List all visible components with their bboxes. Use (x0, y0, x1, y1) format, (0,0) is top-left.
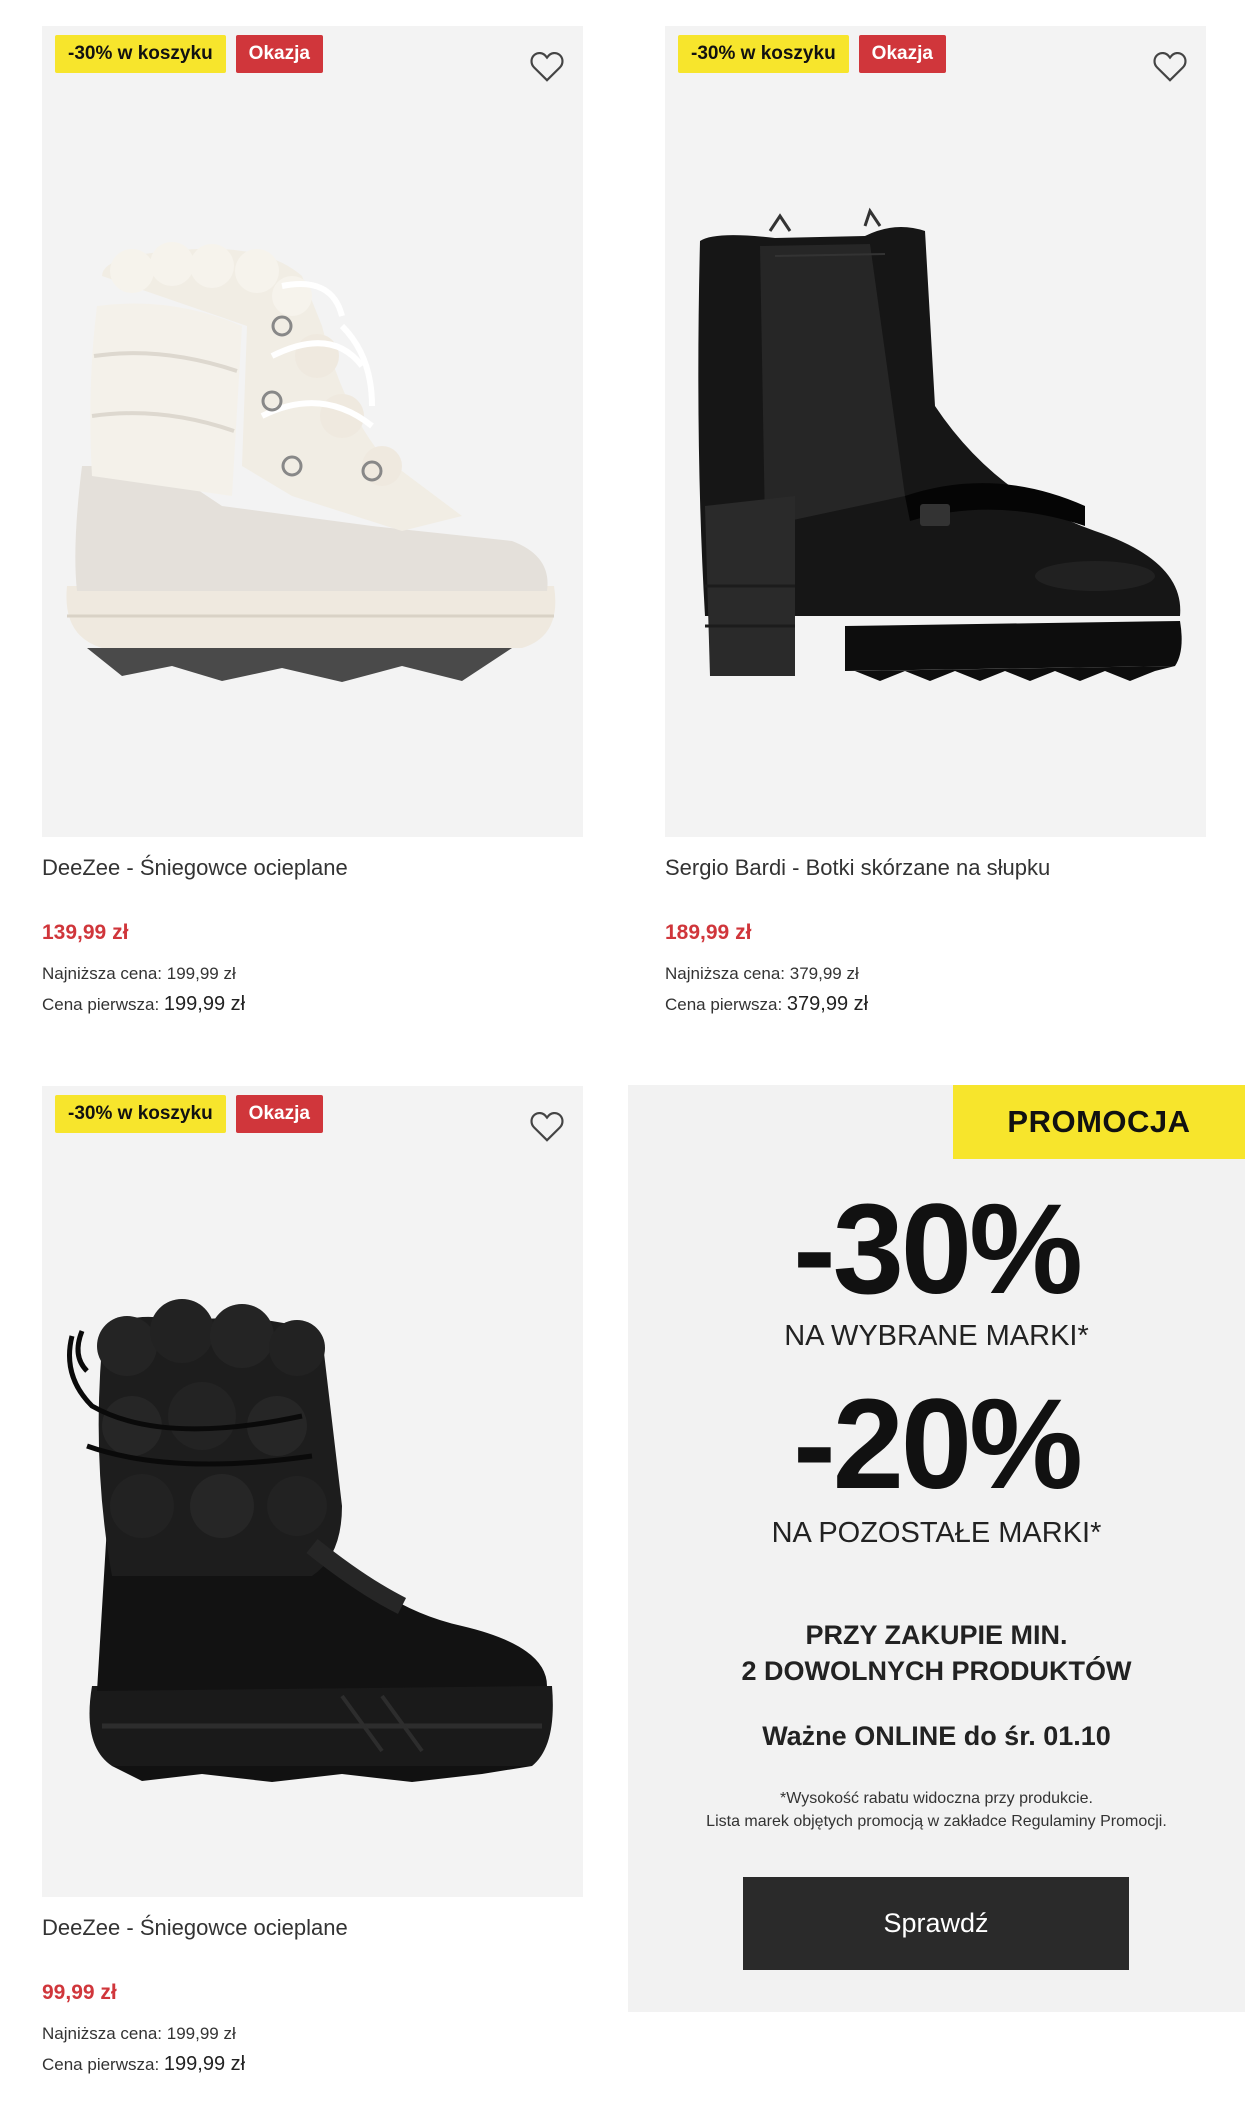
badges: -30% w koszyku Okazja (55, 35, 323, 73)
product-card[interactable]: -30% w koszyku Okazja Sergio Bardi - Bot… (665, 26, 1206, 1020)
product-image-white-snow-boot[interactable] (42, 26, 583, 837)
sale-badge: Okazja (235, 1095, 323, 1133)
badges: -30% w koszyku Okazja (678, 35, 946, 73)
discount-badge: -30% w koszyku (678, 35, 849, 73)
promo-condition: PRZY ZAKUPIE MIN. 2 DOWOLNYCH PRODUKTÓW (628, 1617, 1245, 1689)
lowest-price-value: 199,99 zł (166, 2024, 236, 2043)
lowest-price-label: Najniższa cena: (42, 964, 163, 983)
promo-discount-30: -30% (793, 1178, 1083, 1321)
promo-tag: PROMOCJA (953, 1085, 1245, 1159)
product-card[interactable]: -30% w koszyku Okazja DeeZee - Śniegowce… (42, 26, 583, 1020)
badges: -30% w koszyku Okazja (55, 1095, 323, 1133)
promo-footnote-line2: Lista marek objętych promocją w zakładce… (706, 1813, 1167, 1830)
promo-banner[interactable]: PROMOCJA -30% NA WYBRANE MARKI* -20% NA … (628, 1085, 1245, 2012)
product-card[interactable]: -30% w koszyku Okazja DeeZee - Śniegowce… (42, 1086, 583, 2080)
promo-footnote-line1: *Wysokość rabatu widoczna przy produkcie… (780, 1790, 1093, 1807)
product-image-container[interactable]: -30% w koszyku Okazja (665, 26, 1206, 837)
price-history: Najniższa cena: 199,99 zł Cena pierwsza:… (42, 959, 583, 1020)
price-history: Najniższa cena: 199,99 zł Cena pierwsza:… (42, 2019, 583, 2080)
discount-badge: -30% w koszyku (55, 35, 226, 73)
heart-icon[interactable] (527, 46, 567, 86)
promo-footnote: *Wysokość rabatu widoczna przy produkcie… (628, 1787, 1245, 1833)
product-image-black-chelsea-boot[interactable] (665, 26, 1206, 837)
promo-condition-line1: PRZY ZAKUPIE MIN. (805, 1620, 1068, 1650)
product-image-black-fur-snow-boot[interactable] (42, 1086, 583, 1897)
lowest-price-value: 379,99 zł (789, 964, 859, 983)
lowest-price-label: Najniższa cena: (665, 964, 786, 983)
product-name[interactable]: DeeZee - Śniegowce ocieplane (42, 853, 583, 883)
first-price-label: Cena pierwsza: (42, 995, 160, 1014)
promo-validity: Ważne ONLINE do śr. 01.10 (762, 1721, 1111, 1751)
first-price-value: 199,99 zł (163, 993, 246, 1015)
heart-icon[interactable] (1150, 46, 1190, 86)
check-button[interactable]: Sprawdź (743, 1877, 1129, 1970)
product-image-container[interactable]: -30% w koszyku Okazja (42, 26, 583, 837)
sale-badge: Okazja (235, 35, 323, 73)
first-price-label: Cena pierwsza: (42, 2055, 160, 2074)
promo-sub-other-brands: NA POZOSTAŁE MARKI* (771, 1517, 1102, 1549)
sale-badge: Okazja (858, 35, 946, 73)
first-price-value: 379,99 zł (786, 993, 869, 1015)
promo-condition-line2: 2 DOWOLNYCH PRODUKTÓW (741, 1656, 1132, 1686)
product-price: 139,99 zł (42, 921, 129, 944)
product-name[interactable]: Sergio Bardi - Botki skórzane na słupku (665, 853, 1206, 883)
first-price-label: Cena pierwsza: (665, 995, 783, 1014)
discount-badge: -30% w koszyku (55, 1095, 226, 1133)
product-price: 189,99 zł (665, 921, 752, 944)
promo-discount-20: -20% (793, 1373, 1083, 1516)
product-price: 99,99 zł (42, 1981, 117, 2004)
heart-icon[interactable] (527, 1106, 567, 1146)
product-name[interactable]: DeeZee - Śniegowce ocieplane (42, 1913, 583, 1943)
promo-sub-selected-brands: NA WYBRANE MARKI* (784, 1320, 1089, 1352)
lowest-price-label: Najniższa cena: (42, 2024, 163, 2043)
price-history: Najniższa cena: 379,99 zł Cena pierwsza:… (665, 959, 1206, 1020)
lowest-price-value: 199,99 zł (166, 964, 236, 983)
product-image-container[interactable]: -30% w koszyku Okazja (42, 1086, 583, 1897)
first-price-value: 199,99 zł (163, 2053, 246, 2075)
